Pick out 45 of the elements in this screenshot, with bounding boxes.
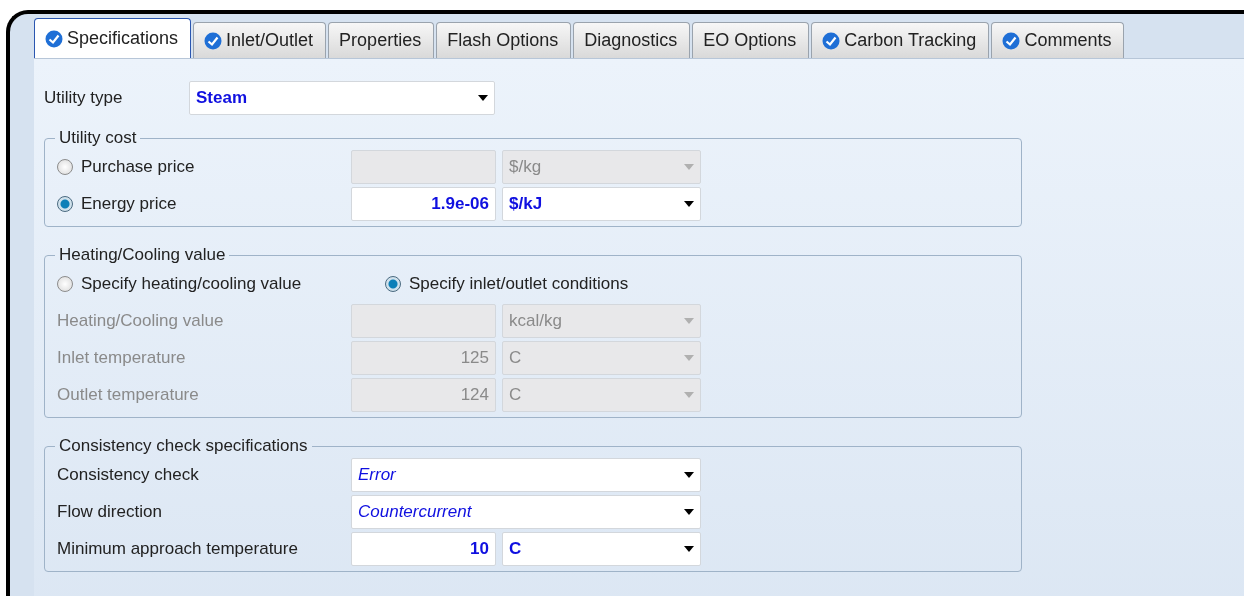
dropdown-caret-icon [684,200,694,207]
dropdown[interactable]: Steam [189,80,495,115]
input-field[interactable]: 1.9e-06 [351,186,496,221]
tab[interactable]: Comments [991,22,1125,58]
field-label: Inlet temperature [57,347,187,368]
radio-label: Specify inlet/outlet conditions [409,273,629,294]
radio-button[interactable] [385,275,401,292]
radio-label: Purchase price [81,156,195,177]
dropdown[interactable]: Countercurrent [351,494,701,529]
radio-label: Specify heating/cooling value [81,273,302,294]
checkmark-icon [45,29,63,48]
checkmark-icon [1002,31,1021,50]
field-label: Heating/Cooling value [57,310,225,331]
dropdown-caret-icon [684,354,694,361]
tab[interactable]: Carbon Tracking [811,22,990,58]
group-title: Utility cost [58,128,138,148]
dropdown-caret-icon [684,163,694,170]
radio-button[interactable] [57,275,73,292]
dropdown[interactable]: C [502,531,701,566]
tab[interactable]: EO Options [692,22,810,58]
dropdown[interactable]: $/kJ [502,186,701,221]
field-label: Consistency check [57,464,200,485]
tab[interactable]: Diagnostics [573,22,691,58]
field-label: Minimum approach temperature [57,538,299,559]
field-label: Outlet temperature [57,384,200,405]
group-title: Heating/Cooling value [58,245,227,265]
tab[interactable]: Inlet/Outlet [193,22,327,58]
tab[interactable]: Properties [328,22,435,58]
dropdown-caret-icon [684,545,694,552]
dropdown-caret-icon [684,317,694,324]
checkmark-icon [822,31,841,50]
dropdown-caret-icon [684,508,694,515]
dropdown-caret-icon [684,471,694,478]
field-label: Flow direction [57,501,163,522]
dropdown-caret-icon [478,94,488,101]
group-title: Consistency check specifications [58,436,309,456]
radio-button[interactable] [57,195,73,212]
radio-label: Energy price [81,193,177,214]
dropdown-caret-icon [684,391,694,398]
tab[interactable]: Flash Options [436,22,572,58]
tab[interactable]: Specifications [34,18,192,58]
field-label: Utility type [44,87,124,108]
dropdown[interactable]: Error [351,457,701,492]
checkmark-icon [204,31,223,50]
input-field[interactable]: 10 [351,531,496,566]
